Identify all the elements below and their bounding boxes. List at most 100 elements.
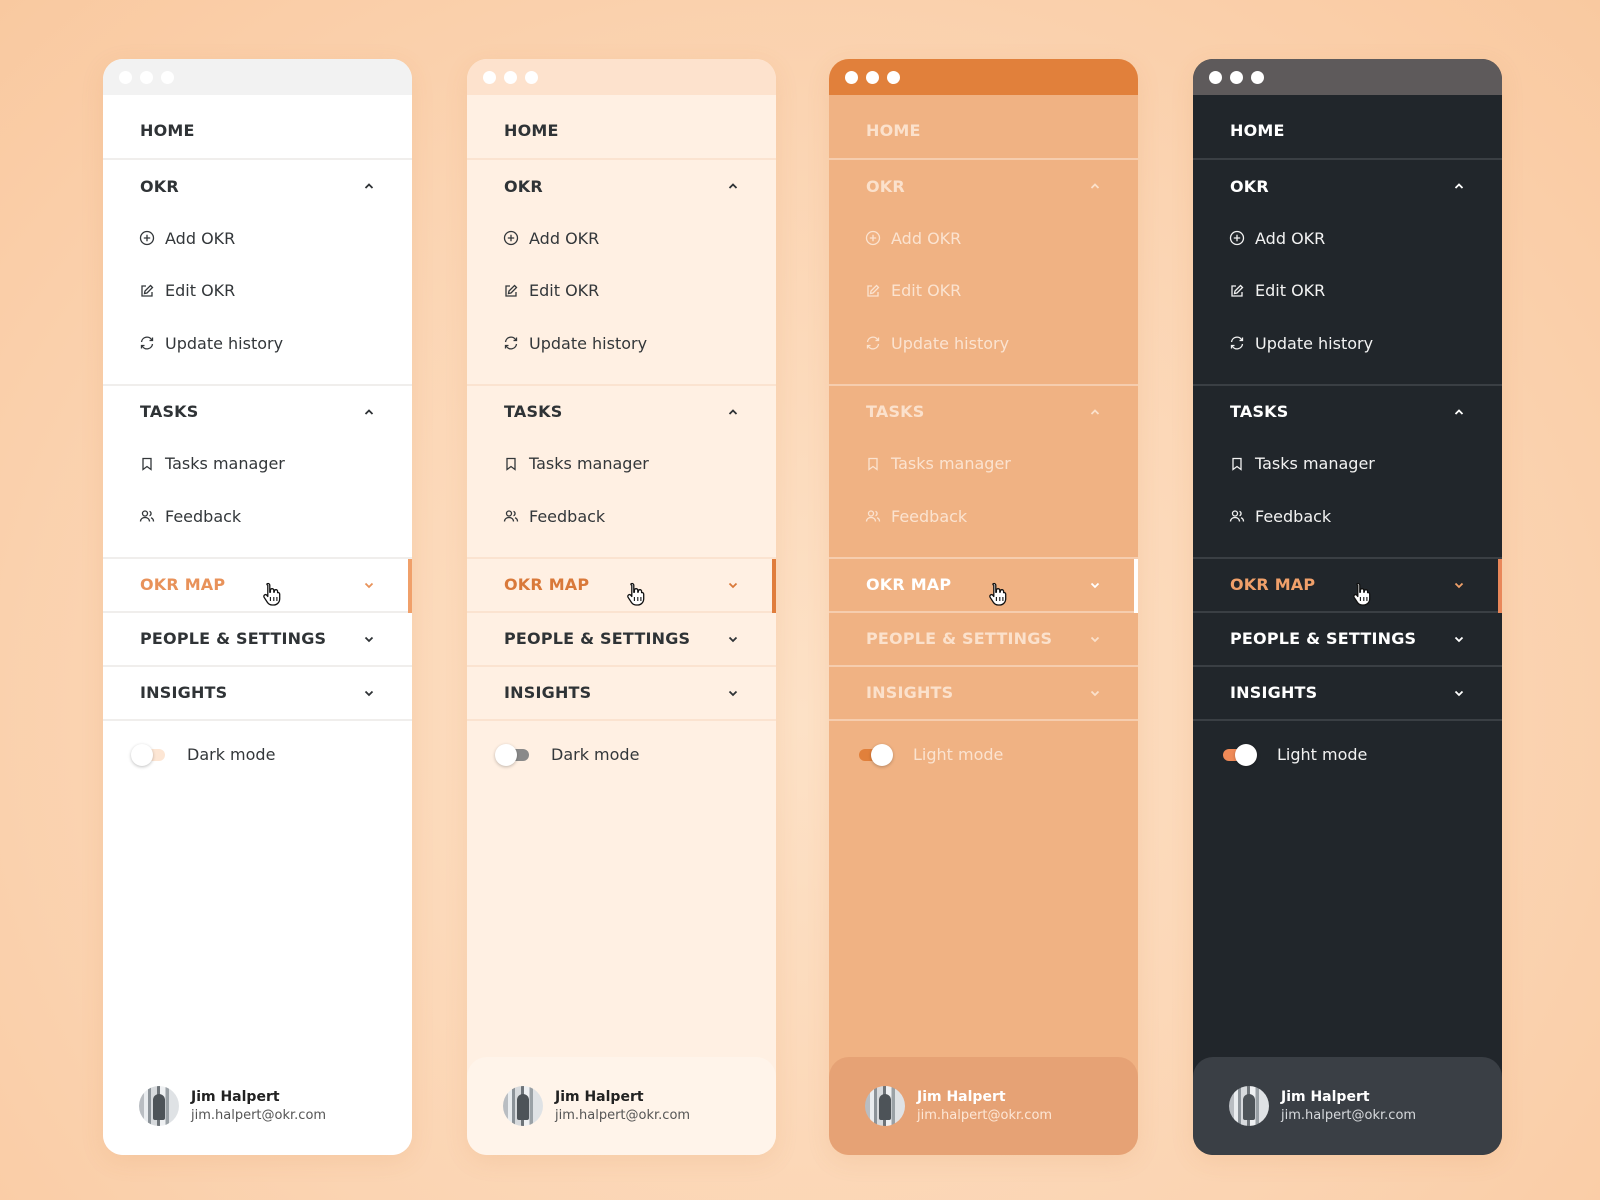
- nav-item-insights[interactable]: INSIGHTS: [1193, 667, 1502, 721]
- theme-toggle-switch[interactable]: [131, 743, 167, 766]
- window-minimize-button[interactable]: [140, 70, 153, 84]
- nav-item-label: INSIGHTS: [866, 683, 954, 702]
- nav-item-insights[interactable]: INSIGHTS: [467, 667, 776, 721]
- nav-subitem-edit-okr[interactable]: Edit OKR: [103, 265, 412, 318]
- nav-subitem-add-okr[interactable]: Add OKR: [467, 212, 776, 265]
- nav-subitem-tasks-manager[interactable]: Tasks manager: [103, 438, 412, 491]
- nav-section-label: OKR: [866, 176, 905, 196]
- user-profile[interactable]: Jim Halpert jim.halpert@okr.com: [103, 1057, 412, 1155]
- user-profile[interactable]: Jim Halpert jim.halpert@okr.com: [1193, 1057, 1502, 1155]
- chevron-up-icon: [362, 179, 376, 193]
- chevron-down-icon: [1088, 686, 1102, 700]
- nav-item-label: OKR MAP: [1230, 575, 1316, 594]
- nav-subitem-update-history[interactable]: Update history: [467, 317, 776, 370]
- sidebar-panel-dark: HOME OKR Add OKR Edit OKR Update history TASK…: [1193, 59, 1502, 1155]
- theme-toggle-label: Light mode: [1277, 745, 1368, 764]
- nav-subitem-add-okr[interactable]: Add OKR: [829, 212, 1138, 265]
- nav-item-people-settings[interactable]: PEOPLE & SETTINGS: [103, 613, 412, 667]
- sidebar-nav: HOME OKR Add OKR Edit OKR Update history TASK…: [467, 95, 776, 1057]
- nav-section-tasks-header[interactable]: TASKS: [1193, 386, 1502, 438]
- nav-subitem-label: Update history: [1255, 333, 1374, 353]
- nav-item-people-settings[interactable]: PEOPLE & SETTINGS: [467, 613, 776, 667]
- theme-toggle-switch[interactable]: [857, 743, 893, 766]
- chevron-down-icon: [362, 686, 376, 700]
- nav-item-home[interactable]: HOME: [829, 95, 1138, 160]
- nav-section-okr-header[interactable]: OKR: [829, 160, 1138, 212]
- nav-subitem-edit-okr[interactable]: Edit OKR: [829, 265, 1138, 318]
- nav-section-tasks-header[interactable]: TASKS: [103, 386, 412, 438]
- nav-section-tasks-header[interactable]: TASKS: [829, 386, 1138, 438]
- window-minimize-button[interactable]: [504, 70, 517, 84]
- nav-subitem-add-okr[interactable]: Add OKR: [1193, 212, 1502, 265]
- bookmark-icon: [865, 456, 881, 472]
- nav-section-tasks-header[interactable]: TASKS: [467, 386, 776, 438]
- nav-subitem-add-okr[interactable]: Add OKR: [103, 212, 412, 265]
- plus-circle-icon: [865, 230, 881, 246]
- nav-item-label: PEOPLE & SETTINGS: [866, 629, 1053, 648]
- theme-toggle-row: Dark mode: [103, 721, 412, 789]
- window-close-button[interactable]: [483, 70, 496, 84]
- nav-subitem-update-history[interactable]: Update history: [103, 317, 412, 370]
- user-profile[interactable]: Jim Halpert jim.halpert@okr.com: [467, 1057, 776, 1155]
- user-name: Jim Halpert: [555, 1089, 644, 1105]
- window-maximize-button[interactable]: [161, 70, 174, 84]
- nav-subitem-feedback[interactable]: Feedback: [829, 490, 1138, 543]
- nav-subitem-label: Edit OKR: [529, 281, 600, 301]
- window-close-button[interactable]: [119, 70, 132, 84]
- nav-section-label: OKR: [504, 176, 543, 196]
- sidebar-nav: HOME OKR Add OKR Edit OKR Update history TASK…: [1193, 95, 1502, 1057]
- nav-item-home[interactable]: HOME: [1193, 95, 1502, 160]
- user-profile[interactable]: Jim Halpert jim.halpert@okr.com: [829, 1057, 1138, 1155]
- chevron-up-icon: [1452, 405, 1466, 419]
- user-email: jim.halpert@okr.com: [191, 1108, 327, 1123]
- sidebar-nav: HOME OKR Add OKR Edit OKR Update history TASK…: [103, 95, 412, 1057]
- user-info: Jim Halpert jim.halpert@okr.com: [917, 1089, 1052, 1123]
- chevron-down-icon: [1452, 578, 1466, 592]
- nav-item-insights[interactable]: INSIGHTS: [829, 667, 1138, 721]
- theme-toggle-switch[interactable]: [1221, 743, 1257, 766]
- nav-item-okr-map[interactable]: OKR MAP: [467, 558, 776, 613]
- nav-section-label: TASKS: [1230, 402, 1289, 421]
- chevron-up-icon: [1088, 405, 1102, 419]
- chevron-down-icon: [1452, 686, 1466, 700]
- nav-item-okr-map[interactable]: OKR MAP: [103, 558, 412, 613]
- nav-subitem-update-history[interactable]: Update history: [829, 317, 1138, 370]
- edit-icon: [1229, 283, 1245, 299]
- nav-subitem-edit-okr[interactable]: Edit OKR: [1193, 265, 1502, 318]
- nav-subitem-tasks-manager[interactable]: Tasks manager: [467, 438, 776, 491]
- nav-subitem-tasks-manager[interactable]: Tasks manager: [829, 438, 1138, 491]
- nav-subitem-tasks-manager[interactable]: Tasks manager: [1193, 438, 1502, 491]
- window-maximize-button[interactable]: [887, 70, 900, 84]
- window-close-button[interactable]: [1209, 70, 1222, 84]
- nav-item-people-settings[interactable]: PEOPLE & SETTINGS: [829, 613, 1138, 667]
- nav-item-okr-map[interactable]: OKR MAP: [829, 558, 1138, 613]
- nav-section-label: TASKS: [504, 402, 563, 421]
- canvas: HOME OKR Add OKR Edit OKR Update history TASK…: [0, 0, 1600, 1200]
- nav-item-people-settings[interactable]: PEOPLE & SETTINGS: [1193, 613, 1502, 667]
- nav-subitem-feedback[interactable]: Feedback: [1193, 490, 1502, 543]
- theme-toggle-label: Light mode: [913, 745, 1004, 764]
- nav-subitem-edit-okr[interactable]: Edit OKR: [467, 265, 776, 318]
- nav-subitem-feedback[interactable]: Feedback: [103, 490, 412, 543]
- window-minimize-button[interactable]: [1230, 70, 1243, 84]
- window-maximize-button[interactable]: [525, 70, 538, 84]
- nav-item-insights[interactable]: INSIGHTS: [103, 667, 412, 721]
- nav-section-okr-header[interactable]: OKR: [467, 160, 776, 212]
- plus-circle-icon: [139, 230, 155, 246]
- window-minimize-button[interactable]: [866, 70, 879, 84]
- window-maximize-button[interactable]: [1251, 70, 1264, 84]
- nav-subitem-feedback[interactable]: Feedback: [467, 490, 776, 543]
- theme-toggle-switch[interactable]: [495, 743, 531, 766]
- window-close-button[interactable]: [845, 70, 858, 84]
- nav-subitem-update-history[interactable]: Update history: [1193, 317, 1502, 370]
- nav-item-home[interactable]: HOME: [467, 95, 776, 160]
- nav-section-tasks: TASKS Tasks manager Feedback: [467, 386, 776, 559]
- nav-item-okr-map[interactable]: OKR MAP: [1193, 558, 1502, 613]
- chevron-down-icon: [1452, 632, 1466, 646]
- nav-item-home[interactable]: HOME: [103, 95, 412, 160]
- nav-subitem-label: Edit OKR: [1255, 281, 1326, 301]
- bookmark-icon: [503, 456, 519, 472]
- refresh-icon: [1229, 335, 1245, 351]
- nav-section-okr-header[interactable]: OKR: [1193, 160, 1502, 212]
- nav-section-okr-header[interactable]: OKR: [103, 160, 412, 212]
